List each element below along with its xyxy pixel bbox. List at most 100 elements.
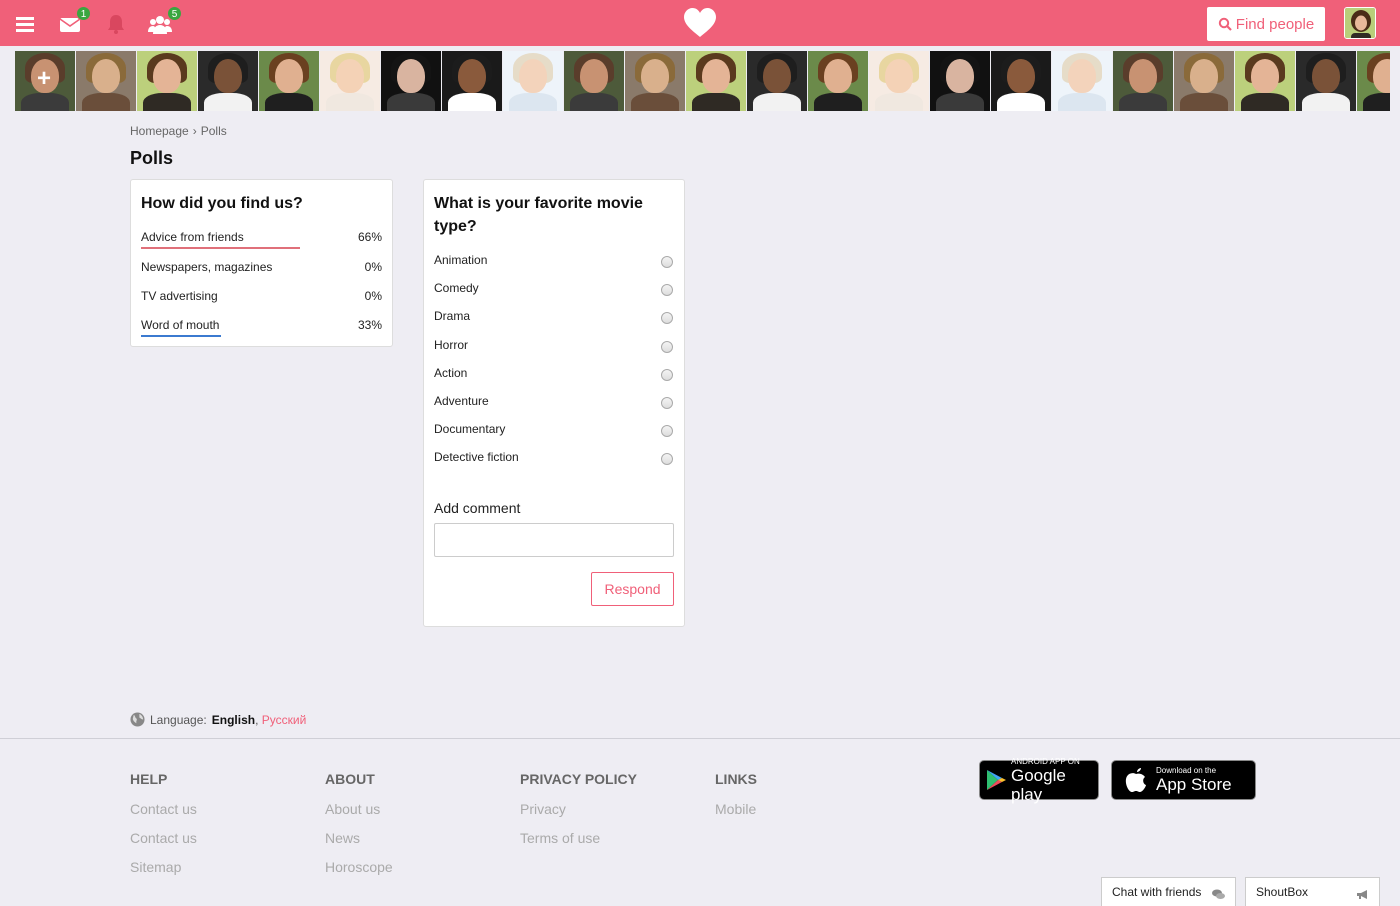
member-photo[interactable] [747,51,807,111]
poll-option-radio[interactable] [661,368,673,381]
poll-option-row[interactable]: Detective fiction [434,450,674,468]
member-photo[interactable] [808,51,868,111]
menu-icon[interactable] [13,12,37,36]
member-photo[interactable] [1235,51,1295,111]
member-photo[interactable] [564,51,624,111]
language-selector: Language: English, Русский [130,712,306,727]
poll-option-radio[interactable] [661,425,673,438]
footer-link-mobile[interactable]: Mobile [715,801,757,817]
member-photo[interactable] [1357,51,1390,111]
poll-option-row[interactable]: Action [434,366,674,384]
poll-option-radio[interactable] [661,453,673,466]
google-play-badge[interactable]: ANDROID APP ON Google play [979,757,1099,804]
shoutbox-tab[interactable]: ShoutBox [1245,877,1380,906]
member-photo[interactable] [198,51,258,111]
language-russian-link[interactable]: Русский [262,713,307,727]
member-photo[interactable] [1296,51,1356,111]
poll-result-row: Advice from friends 66% [141,230,382,249]
add-photo-plus-icon: + [37,65,52,92]
footer-link-contact-us-2[interactable]: Contact us [130,830,197,846]
poll-option-label: Action [434,365,468,380]
footer-link-horoscope[interactable]: Horoscope [325,859,393,875]
member-photo[interactable] [259,51,319,111]
member-photo[interactable] [686,51,746,111]
poll-result-bar [141,247,301,249]
poll-option-radio[interactable] [661,284,673,297]
poll-result-percent: 33% [357,318,382,332]
poll-vote-card: What is your favorite movie type? Animat… [423,179,685,627]
friends-count-badge: 5 [167,6,182,21]
footer-about-title: ABOUT [325,771,375,787]
breadcrumb-current: Polls [200,124,227,138]
user-avatar[interactable] [1344,7,1376,39]
poll-option-label: Comedy [434,281,479,296]
app-store-badge[interactable]: Download on the App Store [1111,760,1256,800]
poll-option-label: Detective fiction [434,450,519,465]
app-store-small-text: Download on the [1156,766,1217,775]
breadcrumb: Homepage › Polls [130,124,227,138]
footer-privacy-title: PRIVACY POLICY [520,771,637,787]
footer-link-contact-us[interactable]: Contact us [130,801,197,817]
member-photo[interactable] [381,51,441,111]
poll-option-radio[interactable] [661,256,673,268]
breadcrumb-home-link[interactable]: Homepage [130,124,189,138]
poll-result-bar [141,335,221,337]
poll-option-label: Documentary [434,422,506,437]
heart-icon[interactable] [683,7,717,39]
poll-option-label: Animation [434,253,488,267]
member-photo[interactable] [503,51,563,111]
poll-option-radio[interactable] [661,312,673,325]
shoutbox-label: ShoutBox [1256,885,1309,899]
member-photo[interactable] [320,51,380,111]
poll-option-radio[interactable] [661,340,673,353]
poll-option-row[interactable]: Comedy [434,281,674,299]
footer-link-terms[interactable]: Terms of use [520,830,637,846]
find-people-button[interactable]: Find people [1207,7,1325,41]
member-photo[interactable] [1052,51,1112,111]
breadcrumb-separator: › [192,124,197,138]
footer-help-column: HELP Contact us Contact us Sitemap [130,771,197,888]
poll-result-row: Newspapers, magazines 0% [141,260,382,278]
bell-icon[interactable] [104,12,128,36]
chat-with-friends-tab[interactable]: Chat with friends [1101,877,1236,906]
member-photo[interactable] [1113,51,1173,111]
poll-option-row[interactable]: Documentary [434,422,674,440]
find-people-label: Find people [1235,15,1315,33]
chat-bubbles-icon [1212,889,1225,899]
poll-result-row: Word of mouth 33% [141,318,382,337]
footer-link-privacy[interactable]: Privacy [520,801,637,817]
poll-result-percent: 0% [364,289,382,303]
respond-button[interactable]: Respond [591,572,674,606]
member-photo[interactable] [625,51,685,111]
member-photo[interactable] [1174,51,1234,111]
member-photo[interactable] [137,51,197,111]
poll-question: What is your favorite movie type? [434,195,643,235]
poll-option-row[interactable]: Horror [434,338,674,356]
poll-option-row[interactable]: Animation [434,253,674,271]
poll-result-label: Newspapers, magazines [141,260,273,274]
footer-link-sitemap[interactable]: Sitemap [130,859,197,875]
footer-privacy-column: PRIVACY POLICY Privacy Terms of use [520,771,637,859]
top-navigation-bar: 1 5 Find people [0,0,1400,46]
apple-icon [1125,768,1146,792]
app-store-big-text: App Store [1156,775,1232,794]
member-photo[interactable] [869,51,929,111]
footer-link-news[interactable]: News [325,830,393,846]
poll-option-label: Drama [434,309,471,324]
footer-help-title: HELP [130,771,168,787]
footer-link-about-us[interactable]: About us [325,801,393,817]
poll-option-radio[interactable] [661,397,673,409]
poll-option-row[interactable]: Adventure [434,394,674,412]
poll-option-label: Horror [434,337,469,352]
search-icon [1218,17,1232,31]
member-photo[interactable] [442,51,502,111]
member-photo[interactable] [930,51,990,111]
member-photo[interactable] [76,51,136,111]
member-photo[interactable] [991,51,1051,111]
page-title: Polls [130,148,174,168]
add-photo-thumbnail[interactable]: + [15,51,75,111]
poll-option-row[interactable]: Drama [434,309,674,327]
comment-input[interactable] [434,523,674,557]
member-photo-strip: + [15,51,1390,111]
language-label: Language: [150,712,207,727]
